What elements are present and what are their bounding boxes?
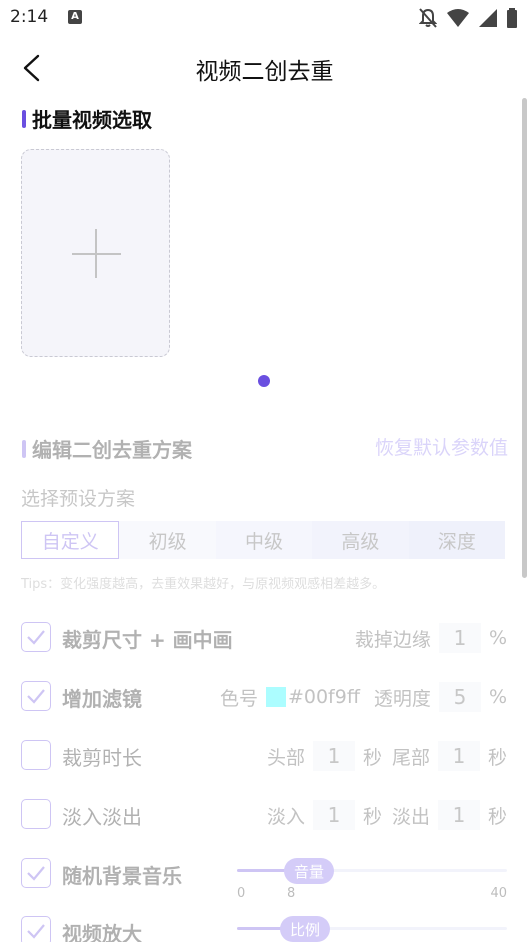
mute-icon — [419, 8, 437, 28]
preset-selector: 自定义 初级 中级 高级 深度 — [21, 521, 506, 559]
crop-size-label: 裁剪尺寸 + 画中画 — [62, 628, 233, 652]
fade-out-input[interactable]: 1 — [437, 800, 480, 830]
head-unit: 秒 — [362, 746, 382, 769]
notification-icon: A — [68, 10, 82, 24]
check-icon — [27, 924, 45, 939]
status-icons — [419, 8, 517, 28]
scrollbar[interactable] — [522, 98, 527, 578]
filter-label: 增加滤镜 — [62, 687, 142, 711]
zoom-slider[interactable]: 比例 — [237, 916, 507, 942]
scheme-section-title: 编辑二创去重方案 — [22, 434, 192, 463]
preset-custom[interactable]: 自定义 — [21, 521, 120, 559]
crop-size-params: 裁掉边缘 1 % — [355, 622, 507, 654]
fade-params: 淡入 1 秒 淡出 1 秒 — [267, 799, 507, 831]
scheme-section-label: 编辑二创去重方案 — [32, 438, 192, 462]
fade-label: 淡入淡出 — [62, 805, 142, 829]
volume-slider[interactable]: 音量 0 8 40 — [237, 858, 507, 901]
trim-label: 裁剪时长 — [62, 746, 142, 770]
app-header: 视频二创去重 — [0, 40, 529, 96]
option-crop-size: 裁剪尺寸 + 画中画 裁掉边缘 1 % — [21, 622, 507, 654]
color-code-value: #00f9ff — [287, 686, 360, 708]
preset-advanced[interactable]: 高级 — [312, 521, 409, 559]
option-filter: 增加滤镜 色号 #00f9ff 透明度 5 % — [21, 681, 507, 713]
slider-max-label: 40 — [490, 886, 507, 901]
crop-edge-input[interactable]: 1 — [438, 623, 481, 653]
check-icon — [27, 689, 45, 704]
tail-input[interactable]: 1 — [437, 741, 480, 771]
tips-text: Tips：变化强度越高，去重效果越好，与原视频观感相差越多。 — [21, 577, 386, 592]
crop-edge-label: 裁掉边缘 — [354, 628, 431, 651]
status-time: 2:14 — [10, 7, 49, 27]
option-trim: 裁剪时长 头部 1 秒 尾部 1 秒 — [21, 740, 507, 772]
fade-out-label: 淡出 — [391, 805, 430, 828]
volume-slider-thumb[interactable]: 音量 — [283, 858, 335, 884]
section-marker — [22, 439, 26, 458]
restore-defaults-button[interactable]: 恢复默认参数值 — [375, 433, 508, 460]
add-video-button[interactable] — [21, 149, 170, 357]
bgm-checkbox[interactable] — [21, 858, 51, 888]
fade-in-unit: 秒 — [362, 805, 382, 828]
opacity-unit: % — [488, 686, 507, 708]
fade-out-unit: 秒 — [487, 805, 507, 828]
head-label: 头部 — [266, 746, 305, 769]
preset-label: 选择预设方案 — [21, 488, 136, 510]
crop-edge-unit: % — [488, 627, 507, 649]
filter-params: 色号 #00f9ff 透明度 5 % — [220, 681, 507, 713]
fade-in-label: 淡入 — [266, 805, 305, 828]
fade-in-input[interactable]: 1 — [312, 800, 355, 830]
battery-icon — [507, 8, 517, 28]
preset-basic[interactable]: 初级 — [119, 521, 216, 559]
wifi-icon — [447, 9, 469, 27]
status-bar: 2:14 A — [0, 0, 529, 36]
check-icon — [27, 866, 45, 881]
opacity-label: 透明度 — [373, 687, 431, 710]
signal-icon — [479, 9, 497, 27]
slider-min-label: 0 — [237, 886, 246, 901]
tail-label: 尾部 — [391, 746, 430, 769]
section-marker — [22, 109, 26, 128]
trim-params: 头部 1 秒 尾部 1 秒 — [267, 740, 507, 772]
preset-medium[interactable]: 中级 — [215, 521, 313, 559]
page-indicator-dot — [258, 375, 270, 387]
color-code-label: 色号 — [219, 687, 258, 710]
slider-fill — [237, 869, 291, 872]
batch-section-title: 批量视频选取 — [22, 104, 152, 133]
bgm-label: 随机背景音乐 — [62, 864, 182, 888]
crop-size-checkbox[interactable] — [21, 622, 51, 652]
head-input[interactable]: 1 — [312, 741, 355, 771]
trim-checkbox[interactable] — [21, 740, 51, 770]
plus-icon-vertical — [95, 229, 97, 278]
slider-value-label: 8 — [287, 886, 296, 901]
fade-checkbox[interactable] — [21, 799, 51, 829]
option-fade: 淡入淡出 淡入 1 秒 淡出 1 秒 — [21, 799, 507, 831]
page-title: 视频二创去重 — [195, 59, 334, 85]
batch-section-label: 批量视频选取 — [32, 108, 152, 132]
filter-checkbox[interactable] — [21, 681, 51, 711]
zoom-label: 视频放大 — [62, 922, 142, 942]
zoom-checkbox[interactable] — [21, 916, 51, 942]
zoom-slider-thumb[interactable]: 比例 — [279, 916, 331, 942]
check-icon — [27, 630, 45, 645]
opacity-input[interactable]: 5 — [438, 682, 481, 712]
color-swatch[interactable] — [265, 687, 286, 707]
tail-unit: 秒 — [487, 746, 507, 769]
preset-deep[interactable]: 深度 — [408, 521, 506, 559]
